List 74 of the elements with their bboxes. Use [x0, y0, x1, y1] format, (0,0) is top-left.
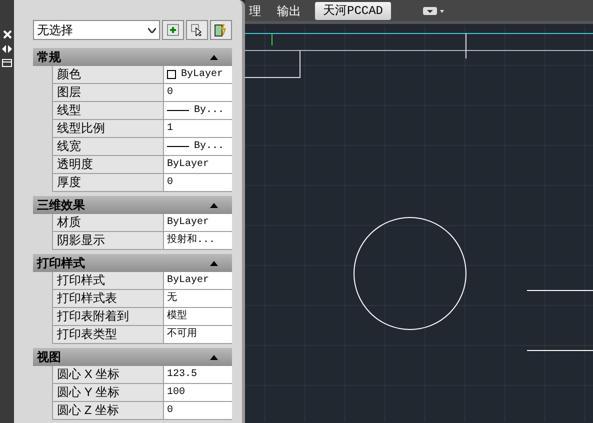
property-label: 线型	[52, 102, 163, 119]
dropdown-icon[interactable]	[423, 6, 446, 16]
value-text: ByLayer	[167, 158, 210, 172]
property-label: 材质	[52, 214, 163, 231]
property-value[interactable]: By...	[163, 102, 232, 119]
property-value[interactable]: 无	[163, 290, 232, 307]
section-header[interactable]: 常规	[33, 48, 232, 66]
property-label: 打印样式表	[52, 290, 163, 307]
value-text: ByLayer	[181, 68, 224, 82]
quick-select-button[interactable]	[210, 20, 232, 40]
line-sample-icon	[167, 110, 189, 111]
selection-dropdown[interactable]: 无选择	[33, 20, 160, 40]
value-text: 不可用	[167, 327, 197, 342]
menu-icon[interactable]	[2, 59, 12, 67]
property-value[interactable]: ByLayer	[163, 66, 232, 83]
value-text: ByLayer	[167, 274, 210, 288]
property-value[interactable]: ByLayer	[163, 214, 232, 231]
chevron-down-icon	[148, 28, 156, 32]
property-label: 线型比例	[52, 120, 163, 137]
property-value[interactable]: 100	[163, 384, 232, 401]
toggle-pickadd-button[interactable]	[162, 20, 184, 40]
property-value[interactable]: 123.5	[163, 366, 232, 383]
property-label: 透明度	[52, 156, 163, 173]
value-text: 0	[167, 404, 174, 418]
ribbon-tab[interactable]: 天河PCCAD	[315, 2, 392, 20]
property-label: 厚度	[52, 174, 163, 191]
section-header[interactable]: 三维效果	[33, 196, 232, 214]
value-text: By...	[194, 140, 224, 154]
value-text: 模型	[167, 309, 187, 324]
value-text: By...	[194, 104, 224, 118]
ribbon-tab[interactable]: 理	[247, 2, 263, 20]
property-label: 颜色	[52, 66, 163, 83]
value-text: 0	[167, 86, 174, 100]
property-value[interactable]: 1	[163, 120, 232, 137]
property-label: 阴影显示	[52, 232, 163, 249]
plus-icon	[167, 24, 179, 36]
value-text: 投射和...	[167, 233, 216, 248]
property-value[interactable]: ByLayer	[163, 272, 232, 289]
section-header[interactable]: 视图	[33, 348, 232, 366]
property-label: 图层	[52, 84, 163, 101]
section-header[interactable]: 打印样式	[33, 254, 232, 272]
quick-select-icon	[214, 23, 228, 37]
property-value[interactable]: ByLayer	[163, 156, 232, 173]
close-icon[interactable]	[2, 30, 12, 39]
property-value[interactable]: 0	[163, 402, 232, 419]
property-value[interactable]: 0	[163, 84, 232, 101]
value-text: 100	[167, 386, 186, 400]
property-label: 打印表附着到	[52, 308, 163, 325]
property-value[interactable]: 不可用	[163, 326, 232, 343]
color-swatch-icon	[167, 70, 176, 79]
line-sample-icon	[167, 146, 189, 147]
value-text: 1	[167, 122, 174, 136]
value-text: 无	[167, 291, 177, 306]
ribbon-tab[interactable]: 输出	[275, 2, 303, 20]
property-value[interactable]: 投射和...	[163, 232, 232, 249]
section-title: 视图	[37, 349, 61, 366]
property-label: 打印样式	[52, 272, 163, 289]
section-title: 打印样式	[37, 255, 85, 272]
select-objects-button[interactable]	[186, 20, 208, 40]
value-text: ByLayer	[167, 216, 210, 230]
property-value[interactable]: By...	[163, 138, 232, 155]
property-label: 圆心 X 坐标	[52, 366, 163, 383]
property-label: 圆心 Y 坐标	[52, 384, 163, 401]
section-title: 常规	[37, 49, 61, 66]
property-label: 打印表类型	[52, 326, 163, 343]
property-label: 圆心 Z 坐标	[52, 402, 163, 419]
property-value[interactable]: 0	[163, 174, 232, 191]
property-value[interactable]: 模型	[163, 308, 232, 325]
value-text: 0	[167, 176, 174, 190]
value-text: 123.5	[167, 368, 198, 382]
resize-arrows-icon[interactable]	[2, 45, 12, 53]
property-label: 线宽	[52, 138, 163, 155]
cursor-icon	[191, 24, 203, 36]
section-title: 三维效果	[37, 197, 85, 214]
